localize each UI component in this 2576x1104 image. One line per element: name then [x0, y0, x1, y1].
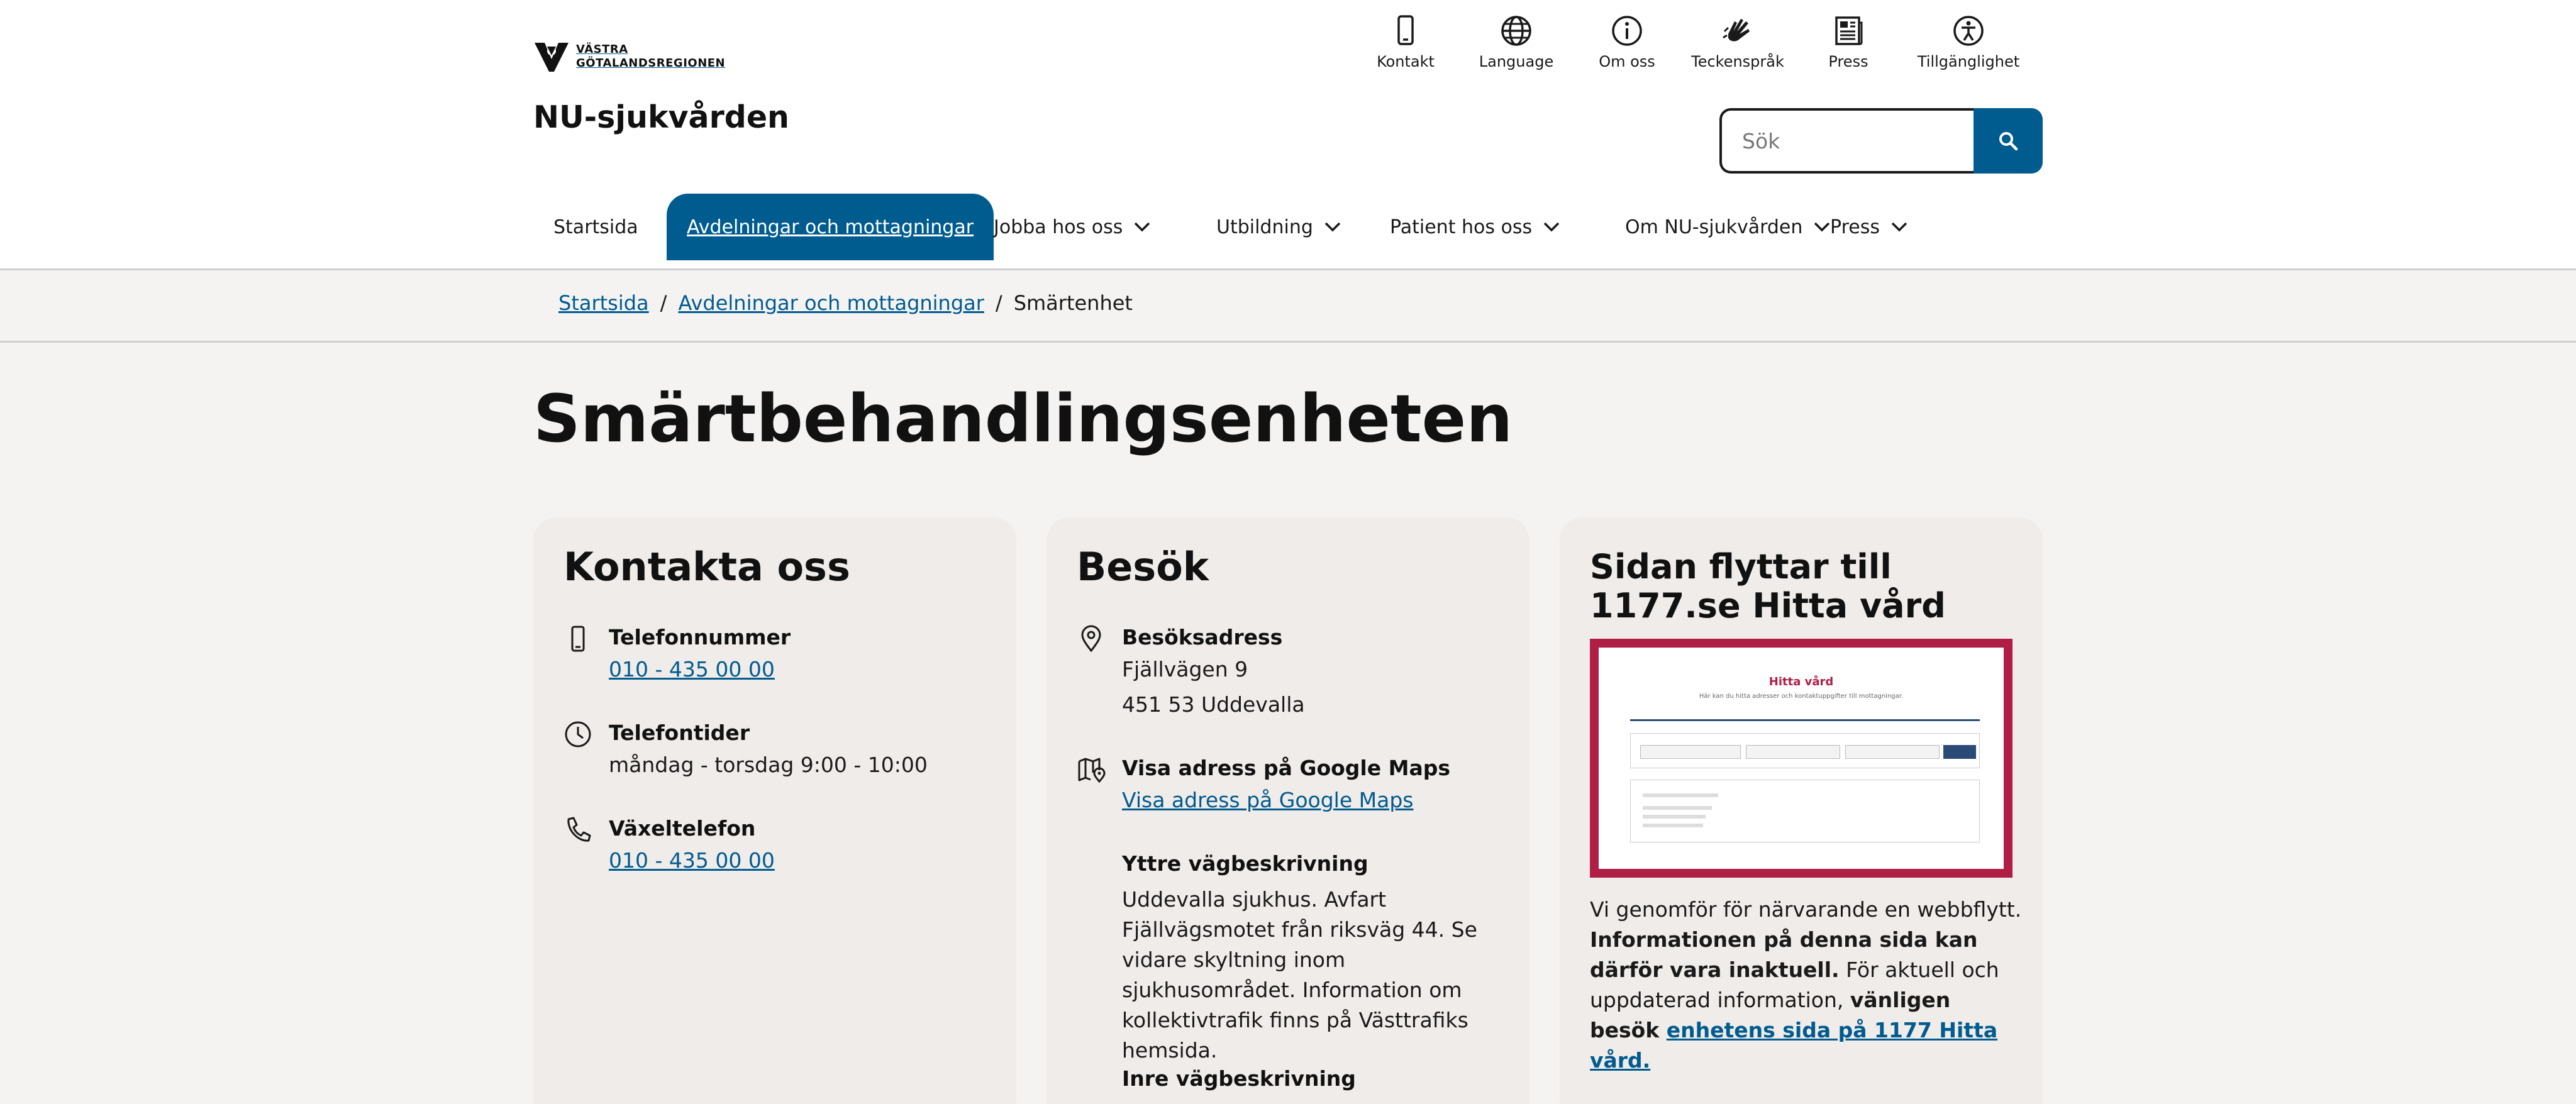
globe-icon — [1498, 13, 1535, 49]
preview-title: Hitta vård — [1768, 675, 1834, 688]
phone-link[interactable]: 010 - 435 00 00 — [609, 657, 775, 682]
site-header: VÄSTRA GÖTALANDSREGIONEN NU-sjukvården K… — [0, 0, 2576, 270]
vgr-logo[interactable]: VÄSTRA GÖTALANDSREGIONEN — [533, 39, 725, 74]
breadcrumb-startsida[interactable]: Startsida — [558, 291, 649, 315]
top-link-teckensprak[interactable]: Teckenspråk — [1684, 13, 1791, 70]
address-label: Besöksadress — [1122, 625, 1283, 649]
logo-line1: VÄSTRA — [576, 43, 628, 56]
top-link-label: Om oss — [1599, 53, 1655, 70]
phone-label: Telefonnummer — [609, 625, 791, 649]
site-title[interactable]: NU-sjukvården — [533, 99, 789, 135]
search-input[interactable] — [1719, 108, 1974, 174]
telephone-handset-icon — [564, 815, 592, 844]
switch-link[interactable]: 010 - 435 00 00 — [609, 848, 775, 873]
preview-select — [1746, 745, 1840, 759]
nav-item-jobba[interactable]: Jobba hos oss — [974, 194, 1172, 260]
move-card-title: Sidan flyttar till 1177.se Hitta vård — [1590, 547, 1946, 626]
nav-label: Utbildning — [1216, 216, 1313, 238]
location-pin-icon — [1077, 624, 1106, 653]
top-link-label: Tillgänglighet — [1917, 53, 2020, 70]
clock-icon — [564, 720, 592, 749]
breadcrumb-current: Smärtenhet — [1013, 291, 1133, 315]
logo-text: VÄSTRA GÖTALANDSREGIONEN — [576, 43, 725, 70]
map-icon — [1077, 755, 1106, 784]
nav-label: Avdelningar och mottagningar — [687, 216, 974, 238]
visit-card-title: Besök — [1077, 544, 1209, 590]
move-card: Sidan flyttar till 1177.se Hitta vård Hi… — [1560, 517, 2043, 1104]
contact-card: Kontakta oss Telefonnummer 010 - 435 00 … — [533, 517, 1016, 1104]
top-link-label: Kontakt — [1377, 53, 1435, 70]
nav-item-startsida[interactable]: Startsida — [533, 194, 658, 260]
preview-search-button — [1943, 745, 1976, 759]
inner-directions-label: Inre vägbeskrivning — [1122, 1066, 1356, 1091]
breadcrumb: Startsida / Avdelningar och mottagningar… — [0, 272, 2576, 343]
newspaper-icon — [1830, 13, 1867, 49]
preview-select — [1845, 745, 1940, 759]
address-line2: 451 53 Uddevalla — [1122, 692, 1305, 717]
top-link-press[interactable]: Press — [1795, 13, 1902, 70]
nav-label: Om NU-sjukvården — [1625, 216, 1803, 238]
nav-label: Startsida — [553, 216, 638, 238]
preview-text-bar — [1643, 806, 1712, 810]
breadcrumb-avdelningar[interactable]: Avdelningar och mottagningar — [678, 291, 984, 315]
breadcrumb-separator: / — [995, 291, 1002, 315]
chevron-down-icon — [1543, 222, 1560, 232]
preview-results-box — [1630, 780, 1980, 842]
contact-card-title: Kontakta oss — [564, 544, 850, 590]
phone-icon — [564, 624, 592, 653]
preview-text-bar — [1643, 815, 1706, 819]
outer-directions-label: Yttre vägbeskrivning — [1122, 851, 1368, 876]
breadcrumb-list: Startsida / Avdelningar och mottagningar… — [558, 291, 1133, 315]
maps-label: Visa adress på Google Maps — [1122, 756, 1450, 780]
search-form — [1719, 108, 2043, 174]
search-button[interactable] — [1974, 108, 2043, 174]
visit-card: Besök Besöksadress Fjällvägen 9 451 53 U… — [1046, 517, 1530, 1104]
nav-label: Press — [1830, 216, 1880, 238]
nav-item-utbildning[interactable]: Utbildning — [1196, 194, 1362, 260]
search-icon — [1999, 132, 2018, 151]
preview-divider — [1630, 719, 1980, 721]
move-notice: Vi genomför för närvarande en webbflytt.… — [1590, 895, 2024, 1076]
chevron-down-icon — [1135, 222, 1150, 232]
google-maps-link[interactable]: Visa adress på Google Maps — [1122, 788, 1413, 812]
main-nav: Startsida Avdelningar och mottagningar J… — [533, 194, 1980, 260]
switch-label: Växeltelefon — [609, 816, 756, 841]
nav-item-avdelningar[interactable]: Avdelningar och mottagningar — [667, 194, 994, 260]
top-link-label: Press — [1828, 53, 1868, 70]
top-link-language[interactable]: Language — [1463, 13, 1570, 70]
sign-language-icon — [1719, 13, 1756, 49]
preview-text-bar — [1643, 793, 1718, 797]
info-icon — [1609, 13, 1645, 49]
nav-label: Patient hos oss — [1390, 216, 1533, 238]
hitta-vard-preview-image[interactable]: Hitta vård Här kan du hitta adresser och… — [1590, 639, 2012, 878]
hours-value: måndag - torsdag 9:00 - 10:00 — [609, 753, 928, 777]
page-title: Smärtbehandlingsenheten — [533, 380, 1513, 457]
nav-label: Jobba hos oss — [994, 216, 1123, 238]
hours-label: Telefontider — [609, 720, 750, 745]
move-text-1: Vi genomför för närvarande en webbflytt. — [1590, 897, 2022, 922]
breadcrumb-separator: / — [660, 291, 667, 315]
nav-item-press[interactable]: Press — [1810, 194, 1929, 260]
preview-text-bar — [1643, 824, 1703, 827]
top-link-tillganglighet[interactable]: Tillgänglighet — [1906, 13, 2031, 70]
chevron-down-icon — [1324, 222, 1341, 232]
preview-subtitle: Här kan du hitta adresser och kontaktupp… — [1699, 693, 1904, 700]
top-link-om-oss[interactable]: Om oss — [1574, 13, 1680, 70]
top-link-label: Teckenspråk — [1691, 53, 1784, 70]
preview-select — [1640, 745, 1741, 759]
logo-line2: GÖTALANDSREGIONEN — [576, 57, 726, 70]
accessibility-icon — [1950, 13, 1987, 49]
top-link-kontakt[interactable]: Kontakt — [1352, 13, 1459, 70]
phone-icon — [1387, 13, 1424, 49]
top-link-label: Language — [1479, 53, 1554, 70]
top-links: Kontakt Language Om oss Teckenspråk Pres… — [1352, 13, 2063, 82]
outer-directions-text: Uddevalla sjukhus. Avfart Fjällvägsmotet… — [1122, 887, 1477, 1063]
nav-item-patient[interactable]: Patient hos oss — [1370, 194, 1581, 260]
vgr-logo-icon — [535, 43, 569, 72]
address-line1: Fjällvägen 9 — [1122, 657, 1248, 682]
chevron-down-icon — [1891, 222, 1907, 232]
